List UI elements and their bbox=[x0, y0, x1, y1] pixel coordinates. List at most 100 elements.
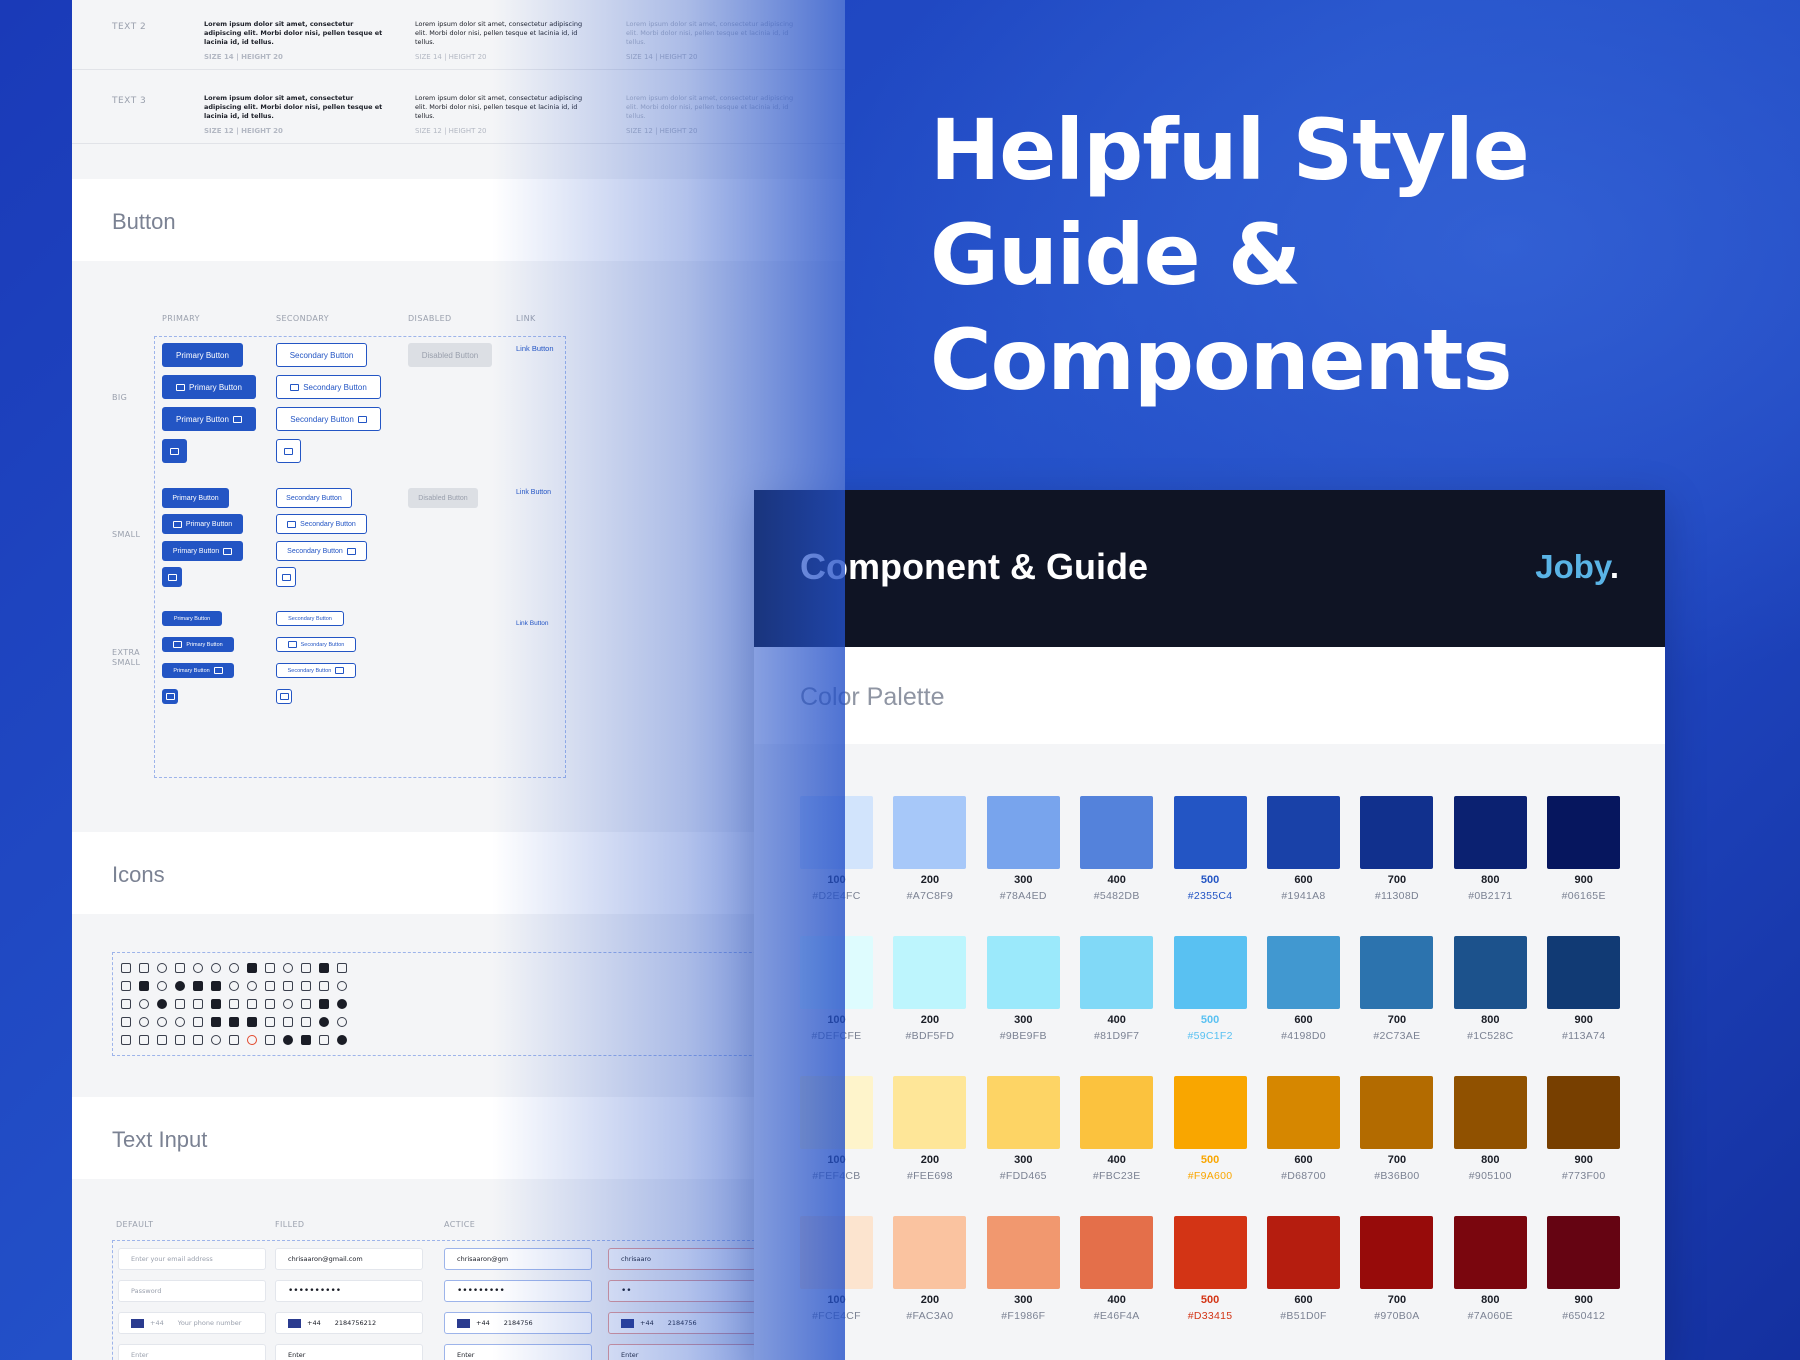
hero-line: Helpful Style bbox=[930, 101, 1530, 199]
color-swatch-blue-300 bbox=[986, 796, 1060, 869]
phone-input-active[interactable]: +44 2184756 bbox=[444, 1312, 592, 1334]
size-label-extra-small: EXTRA SMALL bbox=[112, 648, 141, 667]
secondary-button-xs[interactable]: Secondary Button bbox=[276, 611, 344, 626]
notification-filled-icon bbox=[283, 1035, 293, 1045]
primary-icon-button-xs[interactable] bbox=[162, 689, 178, 704]
size-label-big: BIG bbox=[112, 393, 128, 402]
phone-input-error[interactable]: +44 2184756 bbox=[608, 1312, 756, 1334]
secondary-button[interactable]: Secondary Button bbox=[276, 343, 367, 367]
mail-icon bbox=[279, 693, 289, 700]
button-label: Primary Button bbox=[173, 615, 211, 622]
secondary-icon-button-small[interactable] bbox=[276, 567, 296, 587]
disabled-button-small: Disabled Button bbox=[408, 488, 478, 508]
color-swatch-red-300 bbox=[986, 1216, 1060, 1289]
home-icon bbox=[265, 963, 275, 973]
enter-input-default[interactable]: Enter bbox=[118, 1344, 266, 1360]
color-swatch-amber-500 bbox=[1173, 1076, 1247, 1149]
secondary-button-xs-icon-right[interactable]: Secondary Button bbox=[276, 663, 356, 678]
color-swatch-amber-400 bbox=[1080, 1076, 1154, 1149]
file-icon bbox=[211, 981, 221, 991]
primary-button-small-icon-right[interactable]: Primary Button bbox=[162, 541, 243, 561]
button-label: Secondary Button bbox=[287, 547, 343, 555]
email-input-error[interactable]: chrisaaro bbox=[608, 1248, 756, 1270]
swatch-step: 100 bbox=[827, 874, 846, 886]
swatch-hex: #1C528C bbox=[1467, 1030, 1514, 1042]
swatch-step: 200 bbox=[920, 874, 940, 886]
button-label: Primary Button bbox=[172, 547, 220, 555]
email-input-active[interactable]: chrisaaron@gm bbox=[444, 1248, 592, 1270]
email-input-filled[interactable]: chrisaaron@gmail.com bbox=[275, 1248, 423, 1270]
password-input-filled[interactable]: •••••••••• bbox=[275, 1280, 423, 1302]
link-button-xs[interactable]: Link Button bbox=[516, 620, 549, 627]
enter-input-error[interactable]: Enter bbox=[608, 1344, 756, 1360]
password-input-active[interactable]: ••••••••• bbox=[444, 1280, 592, 1302]
logout-icon bbox=[229, 1035, 239, 1045]
color-swatch-red-500 bbox=[1173, 1216, 1247, 1289]
button-label: Secondary Button bbox=[289, 350, 354, 360]
color-swatch-red-900 bbox=[1547, 1216, 1621, 1289]
password-input-default[interactable]: Password bbox=[118, 1280, 266, 1302]
typography-label: TEXT 2 bbox=[112, 22, 147, 32]
close-circle-filled-icon bbox=[337, 1035, 347, 1045]
mail-icon bbox=[167, 573, 177, 581]
section-title: Icons bbox=[112, 862, 165, 887]
color-swatch-amber-800 bbox=[1453, 1076, 1527, 1149]
primary-button[interactable]: Primary Button bbox=[162, 343, 243, 367]
secondary-icon-button-xs[interactable] bbox=[276, 689, 292, 704]
swatch-step: 900 bbox=[1574, 1294, 1593, 1306]
color-swatch-amber-300 bbox=[986, 1076, 1060, 1149]
primary-button-xs-icon-left[interactable]: Primary Button bbox=[162, 637, 234, 652]
color-swatch-blue-700 bbox=[1360, 796, 1434, 869]
primary-button-xs-icon-right[interactable]: Primary Button bbox=[162, 663, 234, 678]
swatch-step: 100 bbox=[827, 1154, 846, 1166]
column-header-link: LINK bbox=[516, 314, 536, 323]
secondary-icon-button[interactable] bbox=[276, 439, 301, 463]
secondary-button-xs-icon-left[interactable]: Secondary Button bbox=[276, 637, 356, 652]
arrow-left-icon bbox=[265, 981, 275, 991]
secondary-button-small-icon-left[interactable]: Secondary Button bbox=[276, 514, 367, 534]
phone-code: +44 bbox=[476, 1319, 490, 1327]
primary-icon-button[interactable] bbox=[162, 439, 187, 463]
hero-title: Helpful Style Guide & Components bbox=[930, 98, 1530, 413]
swatch-step: 500 bbox=[1200, 1154, 1220, 1166]
primary-button-small[interactable]: Primary Button bbox=[162, 488, 229, 508]
primary-button-icon-right[interactable]: Primary Button bbox=[162, 407, 256, 431]
swatch-hex: #113A74 bbox=[1562, 1030, 1606, 1042]
color-swatch-sky-100 bbox=[800, 936, 873, 1009]
enter-input-active[interactable]: Enter bbox=[444, 1344, 592, 1360]
typography-row-text3: TEXT 3 Lorem ipsum dolor sit amet, conse… bbox=[72, 74, 845, 144]
chevron-down-icon bbox=[121, 981, 131, 991]
eye-icon bbox=[139, 999, 149, 1009]
password-input-error[interactable]: •• bbox=[608, 1280, 756, 1302]
primary-button-xs[interactable]: Primary Button bbox=[162, 611, 222, 626]
color-swatch-sky-900 bbox=[1547, 936, 1621, 1009]
secondary-button-small[interactable]: Secondary Button bbox=[276, 488, 352, 508]
secondary-button-small-icon-right[interactable]: Secondary Button bbox=[276, 541, 367, 561]
primary-icon-button-small[interactable] bbox=[162, 567, 182, 587]
column-header-disabled: DISABLED bbox=[408, 314, 452, 323]
typography-sample-regular: Lorem ipsum dolor sit amet, consectetur … bbox=[415, 20, 595, 62]
phone-input-default[interactable]: +44 Your phone number bbox=[118, 1312, 266, 1334]
enter-input-filled[interactable]: Enter bbox=[275, 1344, 423, 1360]
phone-input-filled[interactable]: +44 2184756212 bbox=[275, 1312, 423, 1334]
swatch-hex: #650412 bbox=[1562, 1310, 1606, 1322]
color-swatch-amber-600 bbox=[1267, 1076, 1340, 1149]
card-title: Component & Guide bbox=[800, 546, 1148, 587]
radio-selected-icon bbox=[319, 1017, 329, 1027]
calendar-icon bbox=[319, 981, 329, 991]
primary-button-icon-left[interactable]: Primary Button bbox=[162, 375, 256, 399]
link-button[interactable]: Link Button bbox=[516, 344, 554, 353]
secondary-button-icon-right[interactable]: Secondary Button bbox=[276, 407, 381, 431]
secondary-button-icon-left[interactable]: Secondary Button bbox=[276, 375, 381, 399]
swatch-hex: #5482DB bbox=[1093, 890, 1140, 902]
swatch-step: 400 bbox=[1107, 1014, 1126, 1026]
primary-button-small-icon-left[interactable]: Primary Button bbox=[162, 514, 243, 534]
swatch-hex: #FDD465 bbox=[999, 1170, 1047, 1182]
color-swatch-red-400 bbox=[1080, 1216, 1154, 1289]
link-button-small[interactable]: Link Button bbox=[516, 489, 551, 496]
mail-icon bbox=[335, 667, 345, 674]
color-swatch-blue-600 bbox=[1267, 796, 1340, 869]
sample-text: Lorem ipsum dolor sit amet, consectetur … bbox=[415, 94, 583, 120]
swatch-step: 600 bbox=[1294, 874, 1313, 886]
email-input-default[interactable]: Enter your email address bbox=[118, 1248, 266, 1270]
